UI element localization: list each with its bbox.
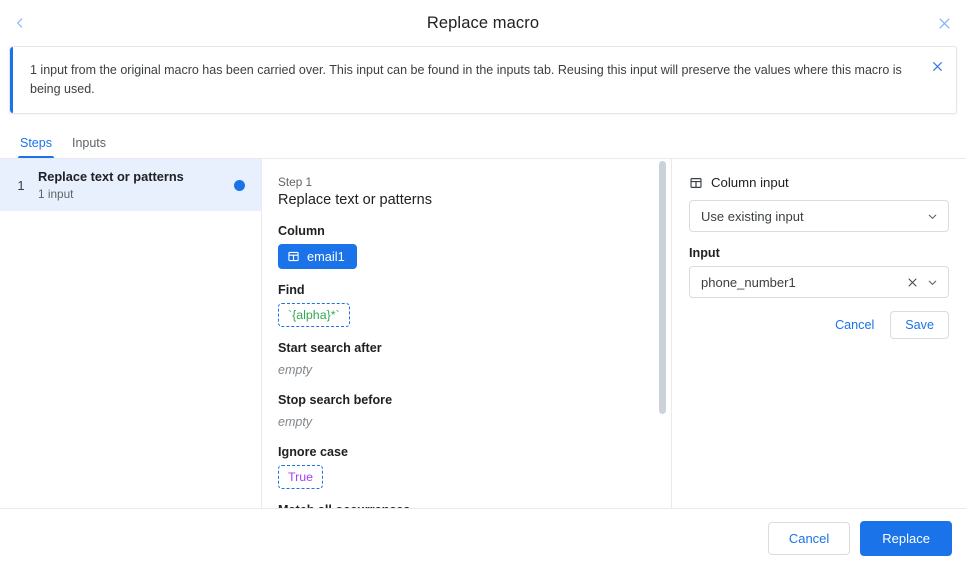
detail-step-name: Replace text or patterns	[278, 190, 647, 210]
step-number: 1	[10, 178, 32, 193]
step-text-block: Replace text or patterns 1 input	[38, 169, 234, 202]
content-area: 1 Replace text or patterns 1 input Step …	[0, 158, 966, 509]
dialog-footer: Cancel Replace	[0, 509, 966, 567]
input-field-label: Input	[689, 246, 949, 260]
tab-steps[interactable]: Steps	[10, 136, 62, 158]
field-label-stop-search-before: Stop search before	[278, 393, 647, 407]
field-value-ignore-case[interactable]: True	[278, 465, 323, 489]
input-value-select[interactable]: phone_number1	[689, 266, 949, 298]
input-mode-select[interactable]: Use existing input	[689, 200, 949, 232]
table-icon	[689, 176, 703, 190]
column-chip-label: email1	[307, 249, 345, 264]
replace-button[interactable]: Replace	[860, 521, 952, 556]
banner-close-button[interactable]	[927, 56, 947, 76]
step-subtitle: 1 input	[38, 186, 234, 202]
field-value-find[interactable]: `{alpha}*`	[278, 303, 350, 327]
column-input-heading-label: Column input	[711, 175, 789, 190]
replace-macro-dialog: Replace macro 1 input from the original …	[0, 0, 966, 567]
dialog-close-button[interactable]	[932, 11, 956, 35]
field-label-column: Column	[278, 224, 647, 238]
step-detail-panel: Step 1 Replace text or patterns Column e…	[262, 159, 672, 508]
page-title: Replace macro	[0, 14, 966, 33]
find-value-text: `{alpha}*`	[288, 308, 340, 322]
tab-bar: Steps Inputs	[0, 130, 966, 158]
column-chip-email1[interactable]: email1	[278, 244, 357, 269]
input-value-text: phone_number1	[701, 275, 796, 290]
column-input-panel: Column input Use existing input Input ph…	[672, 159, 966, 508]
clear-input-button[interactable]	[906, 267, 919, 297]
field-value-start-search-after: empty	[278, 361, 647, 379]
step-title: Replace text or patterns	[38, 169, 234, 185]
chevron-down-icon	[926, 201, 939, 231]
column-input-actions: Cancel Save	[689, 311, 949, 339]
back-button[interactable]	[8, 11, 32, 35]
column-input-heading: Column input	[689, 175, 949, 190]
field-label-find: Find	[278, 283, 647, 297]
chevron-left-icon	[13, 16, 27, 30]
field-label-match-all-occurrences: Match all occurrences	[278, 503, 647, 508]
step-detail-content: Step 1 Replace text or patterns Column e…	[262, 159, 671, 508]
dialog-header: Replace macro	[0, 0, 966, 46]
tab-inputs[interactable]: Inputs	[62, 136, 116, 158]
field-label-start-search-after: Start search after	[278, 341, 647, 355]
field-label-ignore-case: Ignore case	[278, 445, 647, 459]
cancel-button[interactable]: Cancel	[768, 522, 850, 555]
banner-message: 1 input from the original macro has been…	[30, 61, 910, 99]
banner-accent-bar	[10, 47, 13, 113]
close-icon	[931, 60, 944, 73]
status-dot-icon	[234, 180, 245, 191]
field-value-stop-search-before: empty	[278, 413, 647, 431]
ignore-case-value-text: True	[288, 470, 313, 484]
panel-save-button[interactable]: Save	[890, 311, 949, 339]
list-item[interactable]: 1 Replace text or patterns 1 input	[0, 159, 261, 211]
steps-list: 1 Replace text or patterns 1 input	[0, 159, 262, 508]
input-mode-value: Use existing input	[701, 209, 804, 224]
info-banner: 1 input from the original macro has been…	[9, 46, 957, 114]
panel-cancel-button[interactable]: Cancel	[825, 311, 884, 339]
close-icon	[906, 276, 919, 289]
detail-step-label: Step 1	[278, 174, 647, 190]
detail-scrollbar[interactable]	[659, 161, 666, 508]
chevron-down-icon	[926, 267, 939, 297]
close-icon	[937, 16, 952, 31]
table-icon	[287, 250, 300, 263]
detail-scrollbar-thumb[interactable]	[659, 161, 666, 414]
